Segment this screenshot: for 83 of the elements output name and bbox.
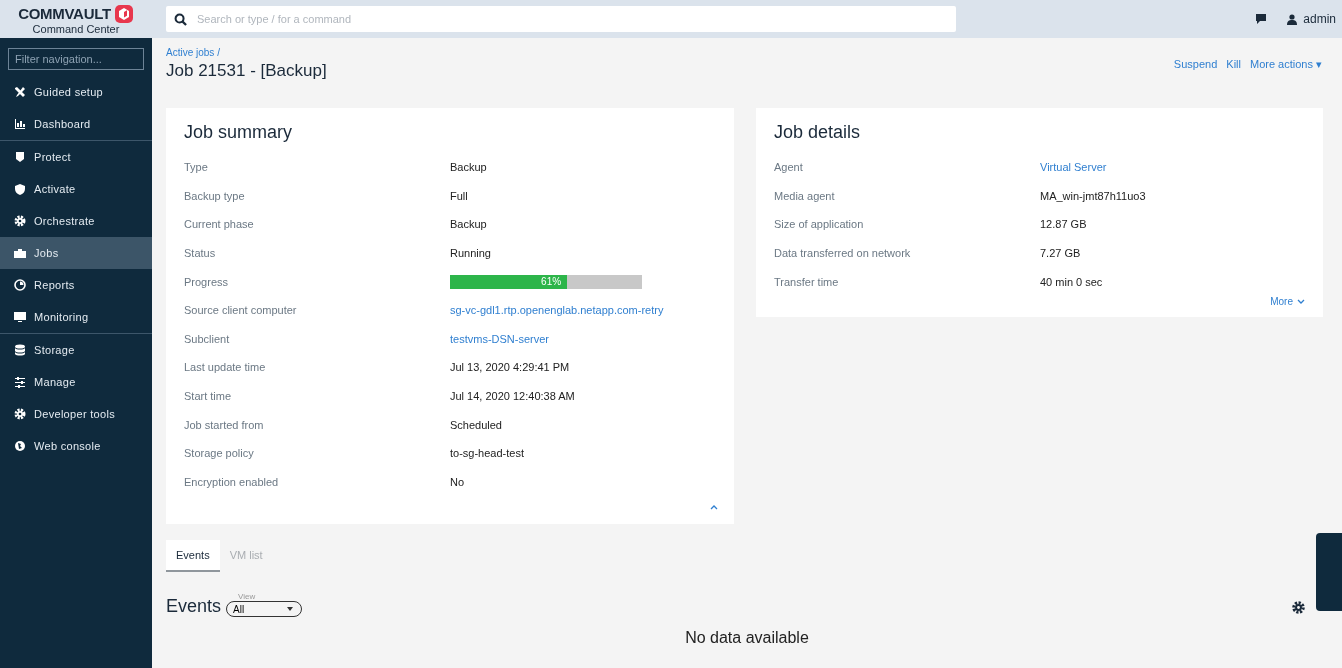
gear-icon — [14, 215, 26, 227]
sidebar-item[interactable]: Web console — [0, 430, 152, 462]
field-value: Backup — [450, 161, 487, 174]
field-value: 12.87 GB — [1040, 218, 1087, 231]
field-value: Jul 14, 2020 12:40:38 AM — [450, 390, 575, 403]
sidebar-item[interactable]: Manage — [0, 366, 152, 398]
field-label: Start time — [184, 390, 233, 403]
user-menu[interactable]: admin — [1303, 12, 1336, 26]
field-label: Data transferred on network — [774, 247, 912, 260]
field-link[interactable]: testvms-DSN-server — [450, 332, 549, 345]
search-bar[interactable]: Search or type / for a command — [166, 6, 956, 32]
view-label: View — [238, 592, 257, 601]
shield-icon — [14, 151, 26, 163]
sidebar-item[interactable]: Orchestrate — [0, 205, 152, 237]
sidebar-item[interactable]: Protect — [0, 141, 152, 173]
sidebar-item[interactable]: Activate — [0, 173, 152, 205]
gear-icon — [14, 408, 26, 420]
tools-icon — [14, 86, 26, 98]
user-icon — [1287, 13, 1298, 25]
field-value: to-sg-head-test — [450, 447, 524, 460]
field-label: Agent — [774, 161, 804, 174]
logo[interactable]: COMMVAULT Command Center — [0, 3, 152, 35]
search-icon — [174, 12, 187, 26]
sidebar-item[interactable]: Reports — [0, 269, 152, 301]
field-label: Job started from — [184, 418, 265, 431]
field-label: Subclient — [184, 332, 231, 345]
filter-field[interactable]: Filter navigation... — [8, 48, 144, 70]
search-field[interactable]: Search or type / for a command — [195, 12, 948, 26]
settings-icon[interactable] — [1292, 601, 1305, 614]
field-label: Size of application — [774, 218, 865, 231]
database-icon — [14, 344, 26, 356]
more-link[interactable]: More — [1270, 295, 1293, 307]
brand-name: COMMVAULT — [18, 6, 111, 21]
field-label: Status — [184, 247, 217, 260]
field-value: MA_win-jmt87h11uo3 — [1040, 189, 1146, 202]
field-link[interactable]: sg-vc-gdl1.rtp.openenglab.netapp.com-retry — [450, 304, 664, 317]
field-value: 7.27 GB — [1040, 247, 1081, 260]
field-label: Current phase — [184, 218, 255, 231]
page-title: Job 21531 - [Backup] — [166, 61, 327, 81]
field-label: Media agent — [774, 189, 836, 202]
chart-icon — [14, 118, 26, 130]
field-value: Full — [450, 189, 468, 202]
caret-icon — [287, 607, 294, 611]
field-label: Transfer time — [774, 275, 840, 288]
field-value: Jul 13, 2020 4:29:41 PM — [450, 361, 570, 374]
sidebar-item[interactable]: Developer tools — [0, 398, 152, 430]
section-title: Events — [166, 596, 222, 617]
briefcase-icon — [14, 247, 26, 259]
field-label: Encryption enabled — [184, 475, 280, 488]
sidebar-item[interactable]: Guided setup — [0, 76, 152, 108]
chevron-down-icon — [1297, 298, 1305, 304]
field-value: Running — [450, 247, 491, 260]
empty-message: No data available — [684, 629, 810, 647]
field-value: Backup — [450, 218, 487, 231]
action-link[interactable]: More actions ▾ — [1249, 57, 1322, 71]
sidebar-item[interactable]: Dashboard — [0, 108, 152, 141]
field-label: Source client computer — [184, 304, 298, 317]
field-value: No — [450, 475, 465, 488]
tab[interactable]: Events — [166, 540, 220, 572]
sliders-icon — [14, 376, 26, 388]
gauge-icon — [14, 279, 26, 291]
field-value: Scheduled — [450, 418, 502, 431]
progress-value: 61% — [540, 274, 563, 289]
chat-icon[interactable] — [1255, 13, 1268, 25]
sidebar-item[interactable]: Monitoring — [0, 301, 152, 334]
action-link[interactable]: Suspend — [1173, 57, 1218, 71]
sidebar-item[interactable]: Jobs — [0, 237, 152, 269]
collapse-icon[interactable] — [710, 505, 718, 510]
monitor-icon — [14, 311, 26, 323]
sidebar-item[interactable]: Storage — [0, 334, 152, 366]
field-label: Last update time — [184, 361, 267, 374]
product-name: Command Center — [32, 23, 120, 35]
action-link[interactable]: Kill — [1226, 57, 1241, 71]
field-link[interactable]: Virtual Server — [1040, 161, 1107, 174]
field-label: Type — [184, 161, 209, 174]
field-value: 40 min 0 sec — [1040, 275, 1103, 288]
card-title: Job details — [774, 122, 862, 143]
breadcrumb-link[interactable]: Active jobs / — [166, 47, 327, 58]
field-label: Progress — [184, 275, 230, 288]
field-label: Backup type — [184, 189, 246, 202]
cube-logo-icon — [113, 3, 134, 24]
field-label: Storage policy — [184, 447, 255, 460]
card-title: Job summary — [184, 122, 294, 143]
